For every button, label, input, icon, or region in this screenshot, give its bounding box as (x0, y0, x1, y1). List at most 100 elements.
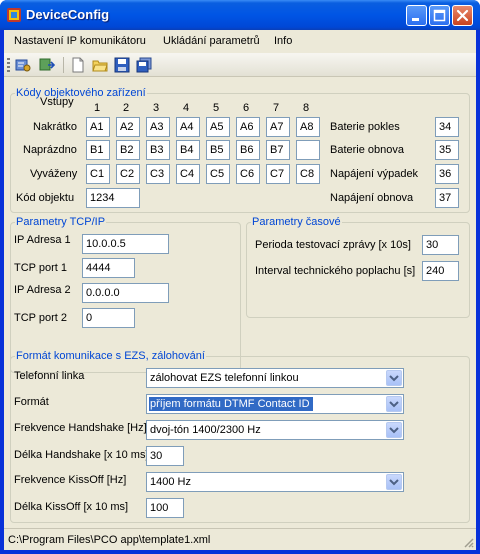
column-header: 5 (213, 102, 220, 114)
row-label-balanced: Vyváženy (30, 168, 78, 180)
chevron-down-icon (389, 375, 399, 382)
port1-label: TCP port 1 (14, 262, 67, 274)
code-field[interactable]: A6 (236, 117, 260, 137)
alarm-interval-label: Interval technického poplachu [s] (255, 265, 416, 277)
column-header: 1 (94, 102, 101, 114)
code-field[interactable]: C6 (236, 164, 260, 184)
battery-restore-field[interactable]: 35 (435, 140, 459, 160)
code-field[interactable]: A5 (206, 117, 230, 137)
code-field[interactable]: A1 (86, 117, 110, 137)
format-value: příjem formátu DTMF Contact ID (149, 397, 313, 411)
code-field[interactable]: C5 (206, 164, 230, 184)
code-field[interactable]: A4 (176, 117, 200, 137)
maximize-button[interactable] (429, 5, 450, 26)
save-disk-icon[interactable] (114, 57, 130, 73)
kissoff-frequency-label: Frekvence KissOff [Hz] (14, 474, 127, 486)
menu-saving-params[interactable]: Ukládání parametrů (163, 35, 260, 47)
code-field[interactable]: C2 (116, 164, 140, 184)
phone-line-value: zálohovat EZS telefonní linkou (150, 372, 299, 384)
column-header: 8 (303, 102, 310, 114)
test-period-field[interactable]: 30 (422, 235, 459, 255)
column-header: 3 (153, 102, 160, 114)
ip2-field[interactable]: 0.0.0.0 (82, 283, 169, 303)
power-restore-field[interactable]: 37 (435, 188, 459, 208)
code-field[interactable]: C3 (146, 164, 170, 184)
port1-field[interactable]: 4444 (82, 258, 135, 278)
app-window: DeviceConfig Nastavení IP komunikátoru U… (0, 0, 480, 554)
handshake-length-label: Délka Handshake [x 10 ms] (14, 449, 149, 461)
code-field[interactable]: C8 (296, 164, 320, 184)
code-field[interactable] (296, 140, 320, 160)
chevron-down-icon (389, 479, 399, 486)
minimize-icon (412, 18, 419, 21)
code-field[interactable]: B2 (116, 140, 140, 160)
code-field[interactable]: B7 (266, 140, 290, 160)
object-code-label: Kód objektu (16, 192, 75, 204)
timing-group: Parametry časové Perioda testovací zpráv… (246, 216, 470, 318)
kissoff-length-field[interactable]: 100 (146, 498, 184, 518)
dropdown-button[interactable] (386, 474, 402, 490)
menu-bar: Nastavení IP komunikátoru Ukládání param… (4, 30, 476, 52)
row-label-short: Nakrátko (33, 121, 78, 133)
battery-restore-label: Baterie obnova (330, 144, 404, 156)
test-period-label: Perioda testovací zprávy [x 10s] (255, 239, 411, 251)
code-field[interactable]: B4 (176, 140, 200, 160)
handshake-frequency-label: Frekvence Handshake [Hz] (14, 422, 147, 434)
code-field[interactable]: B6 (236, 140, 260, 160)
code-field[interactable]: A8 (296, 117, 320, 137)
dropdown-button[interactable] (386, 422, 402, 438)
dropdown-button[interactable] (386, 370, 402, 386)
ip1-label: IP Adresa 1 (14, 234, 71, 246)
toolbar-grip[interactable] (7, 58, 10, 72)
format-group-legend: Formát komunikace s EZS, zálohování (16, 350, 205, 362)
column-header: 2 (123, 102, 130, 114)
send-config-icon[interactable] (39, 57, 55, 73)
battery-low-field[interactable]: 34 (435, 117, 459, 137)
dropdown-button[interactable] (386, 396, 402, 412)
save-all-icon[interactable] (136, 57, 152, 73)
close-button[interactable] (452, 5, 473, 26)
kissoff-frequency-select[interactable]: 1400 Hz (146, 472, 404, 492)
resize-grip-icon[interactable] (462, 536, 474, 548)
client-area: Nastavení IP komunikátoru Ukládání param… (4, 30, 476, 550)
timing-group-legend: Parametry časové (252, 216, 341, 228)
power-fail-label: Napájení výpadek (330, 168, 419, 180)
code-field[interactable]: C7 (266, 164, 290, 184)
app-icon (7, 8, 21, 22)
format-select[interactable]: příjem formátu DTMF Contact ID (146, 394, 404, 414)
handshake-length-field[interactable]: 30 (146, 446, 184, 466)
menu-ip-settings[interactable]: Nastavení IP komunikátoru (14, 35, 146, 47)
code-field[interactable]: C1 (86, 164, 110, 184)
code-field[interactable]: C4 (176, 164, 200, 184)
code-field[interactable]: B3 (146, 140, 170, 160)
menu-info[interactable]: Info (274, 35, 292, 47)
port2-field[interactable]: 0 (82, 308, 135, 328)
status-bar: C:\Program Files\PCO app\template1.xml (4, 528, 476, 550)
new-document-icon[interactable] (70, 57, 86, 73)
toolbar-separator (63, 57, 64, 73)
minimize-button[interactable] (406, 5, 427, 26)
format-group: Formát komunikace s EZS, zálohování Tele… (10, 350, 470, 523)
ip1-field[interactable]: 10.0.0.5 (82, 234, 169, 254)
row-label-open: Naprázdno (23, 144, 77, 156)
code-field[interactable]: A7 (266, 117, 290, 137)
chevron-down-icon (389, 401, 399, 408)
title-bar[interactable]: DeviceConfig (0, 0, 480, 30)
tcp-group-legend: Parametry TCP/IP (16, 216, 106, 228)
open-folder-icon[interactable] (92, 57, 108, 73)
code-field[interactable]: B5 (206, 140, 230, 160)
code-field[interactable]: A2 (116, 117, 140, 137)
phone-line-select[interactable]: zálohovat EZS telefonní linkou (146, 368, 404, 388)
power-fail-field[interactable]: 36 (435, 164, 459, 184)
kissoff-frequency-value: 1400 Hz (150, 476, 191, 488)
battery-low-label: Baterie pokles (330, 121, 400, 133)
alarm-interval-field[interactable]: 240 (422, 261, 459, 281)
ip2-label: IP Adresa 2 (14, 284, 71, 296)
code-field[interactable]: B1 (86, 140, 110, 160)
code-field[interactable]: A3 (146, 117, 170, 137)
handshake-frequency-select[interactable]: dvoj-tón 1400/2300 Hz (146, 420, 404, 440)
kissoff-length-label: Délka KissOff [x 10 ms] (14, 501, 129, 513)
object-code-field[interactable]: 1234 (86, 188, 140, 208)
load-config-icon[interactable] (15, 57, 31, 73)
close-icon (456, 9, 469, 22)
